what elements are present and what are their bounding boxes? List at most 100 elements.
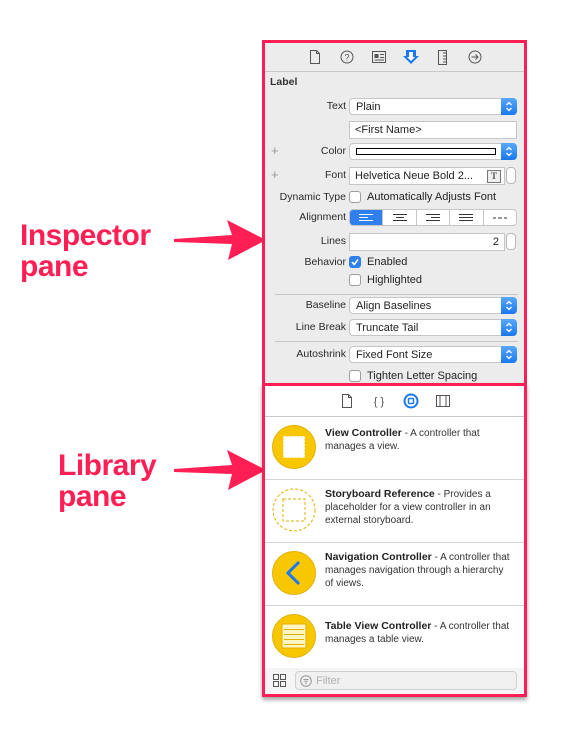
chevron-updown-icon	[501, 346, 517, 363]
help-icon: ?	[340, 50, 353, 64]
ruler-icon	[437, 49, 447, 65]
plus-icon[interactable]: +	[271, 167, 279, 182]
divider	[275, 341, 518, 342]
font-size-stepper[interactable]	[506, 167, 516, 184]
grid-view-icon[interactable]	[273, 674, 286, 687]
color-row: + Color	[265, 142, 524, 162]
file-icon	[309, 50, 320, 64]
text-type-popup[interactable]: Plain	[349, 98, 517, 115]
identity-inspector-tab[interactable]	[370, 48, 388, 66]
annotation-text: pane	[20, 250, 89, 283]
line-break-label: Line Break	[295, 321, 346, 333]
inspector-tabbar: ?	[265, 43, 524, 72]
text-content-value: <First Name>	[355, 124, 422, 136]
filter-field[interactable]: Filter	[295, 671, 517, 690]
library-tabbar: { }	[265, 386, 524, 417]
font-label: Font	[324, 169, 346, 181]
auto-adjust-font-label: Automatically Adjusts Font	[367, 191, 497, 203]
color-popup[interactable]	[349, 143, 517, 160]
code-snippet-icon: { }	[373, 396, 384, 408]
tighten-letter-spacing-label: Tighten Letter Spacing	[367, 370, 478, 382]
line-break-popup[interactable]: Truncate Tail	[349, 319, 517, 336]
text-label: Text	[326, 100, 346, 112]
enabled-checkbox[interactable]	[349, 256, 361, 268]
library-pane-annotation: Library pane	[58, 449, 157, 512]
library-item-navigation-controller[interactable]: Navigation Controller - A controller tha…	[265, 543, 524, 606]
line-break-value: Truncate Tail	[356, 322, 419, 334]
alignment-row: Alignment	[265, 208, 524, 228]
tighten-letter-spacing-checkbox[interactable]	[349, 370, 361, 382]
baseline-row: Baseline Align Baselines	[265, 296, 524, 316]
identity-icon	[371, 51, 386, 63]
item-title: Table View Controller	[325, 620, 432, 632]
autoshrink-value: Fixed Font Size	[356, 349, 433, 361]
lines-field[interactable]: 2	[349, 233, 505, 251]
align-natural-button[interactable]	[484, 210, 516, 225]
object-library-tab[interactable]	[402, 392, 420, 410]
highlighted-checkbox[interactable]	[349, 274, 361, 286]
library-item-storyboard-reference[interactable]: Storyboard Reference - Provides a placeh…	[265, 480, 524, 543]
chevron-updown-icon	[501, 319, 517, 336]
inspector-pane-annotation: Inspector pane	[20, 220, 151, 282]
align-justify-button[interactable]	[450, 210, 484, 225]
connections-icon	[468, 50, 481, 64]
text-content-field[interactable]: <First Name>	[349, 121, 517, 139]
highlighted-row: Highlighted	[265, 271, 524, 291]
align-right-icon	[426, 213, 441, 221]
align-center-icon	[392, 213, 407, 221]
media-library-icon	[435, 395, 450, 407]
media-library-tab[interactable]	[434, 392, 452, 410]
align-center-button[interactable]	[383, 210, 417, 225]
arrow-icon	[174, 220, 266, 260]
font-field[interactable]: Helvetica Neue Bold 2... T	[349, 167, 505, 185]
library-pane: { } View Controller - A controller that …	[262, 383, 527, 697]
item-title: View Controller	[325, 427, 402, 439]
annotation-text: Library	[58, 449, 157, 482]
highlighted-label: Highlighted	[367, 274, 423, 286]
item-title: Navigation Controller	[325, 551, 432, 563]
font-picker-icon[interactable]: T	[487, 170, 501, 183]
alignment-segmented-control	[349, 209, 517, 226]
text-content-row: <First Name>	[265, 120, 524, 140]
view-controller-icon	[272, 425, 316, 469]
plus-icon[interactable]: +	[271, 143, 279, 158]
align-justify-icon	[459, 213, 474, 221]
font-row: + Font Helvetica Neue Bold 2... T	[265, 166, 524, 186]
behavior-label: Behavior	[304, 256, 346, 268]
attributes-icon	[402, 50, 419, 64]
chevron-updown-icon	[501, 98, 517, 115]
file-template-icon	[341, 394, 352, 408]
connections-inspector-tab[interactable]	[466, 48, 484, 66]
align-natural-icon	[492, 217, 507, 218]
behavior-row: Behavior Enabled	[265, 253, 524, 273]
autoshrink-label: Autoshrink	[296, 348, 346, 360]
baseline-value: Align Baselines	[356, 300, 432, 312]
chevron-updown-icon	[501, 297, 517, 314]
lines-label: Lines	[320, 235, 346, 247]
baseline-popup[interactable]: Align Baselines	[349, 297, 517, 314]
table-view-controller-icon	[272, 614, 316, 658]
checkmark-icon	[351, 259, 359, 266]
library-item-table-view-controller[interactable]: Table View Controller - A controller tha…	[265, 606, 524, 669]
file-inspector-tab[interactable]	[306, 48, 324, 66]
line-break-row: Line Break Truncate Tail	[265, 318, 524, 338]
library-item-view-controller[interactable]: View Controller - A controller that mana…	[265, 417, 524, 480]
autoshrink-popup[interactable]: Fixed Font Size	[349, 346, 517, 363]
auto-adjust-font-checkbox[interactable]	[349, 191, 361, 203]
section-title: Label	[270, 76, 298, 88]
baseline-label: Baseline	[305, 299, 346, 311]
align-left-icon	[359, 213, 374, 221]
size-inspector-tab[interactable]	[434, 48, 452, 66]
text-row: Text Plain	[265, 97, 524, 117]
attributes-inspector-tab[interactable]	[402, 48, 420, 66]
alignment-label: Alignment	[299, 211, 346, 223]
code-snippet-tab[interactable]: { }	[370, 392, 388, 410]
file-template-tab[interactable]	[338, 392, 356, 410]
autoshrink-row: Autoshrink Fixed Font Size	[265, 345, 524, 365]
inspector-pane: ? Label Text Plain <First Name> + Color …	[262, 40, 527, 386]
quick-help-tab[interactable]: ?	[338, 48, 356, 66]
lines-stepper[interactable]	[506, 233, 516, 250]
align-right-button[interactable]	[417, 210, 451, 225]
divider	[275, 294, 518, 295]
align-left-button[interactable]	[350, 210, 384, 225]
